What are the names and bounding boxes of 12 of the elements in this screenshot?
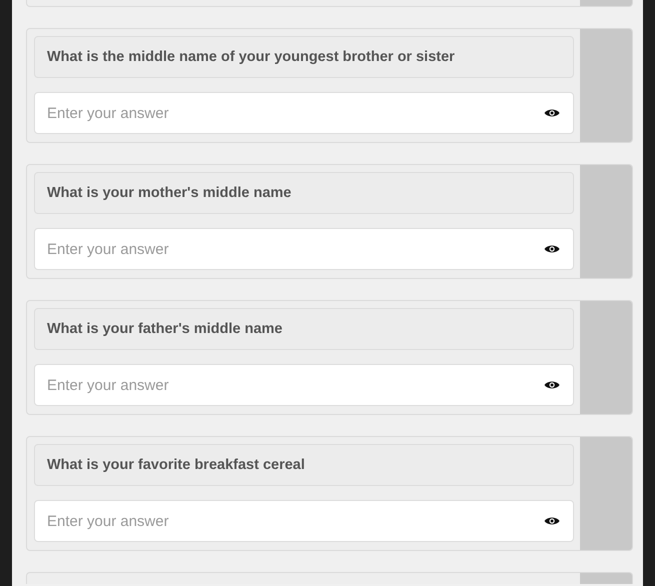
question-label: What is your favorite breakfast cereal <box>34 444 574 486</box>
question-label: What is your father's middle name <box>34 308 574 350</box>
answer-field[interactable]: Enter your answer <box>34 92 574 134</box>
eye-icon[interactable] <box>544 108 560 118</box>
eye-icon[interactable] <box>544 380 560 390</box>
answer-field[interactable]: Enter your answer <box>34 364 574 406</box>
question-label: What is your mother's middle name <box>34 172 574 214</box>
eye-icon[interactable] <box>544 244 560 254</box>
eye-icon[interactable] <box>544 516 560 526</box>
answer-field[interactable]: Enter your answer <box>34 228 574 270</box>
question-label: What is the middle name of your youngest brother or sister <box>34 36 574 78</box>
answer-field[interactable]: Enter your answer <box>34 500 574 542</box>
